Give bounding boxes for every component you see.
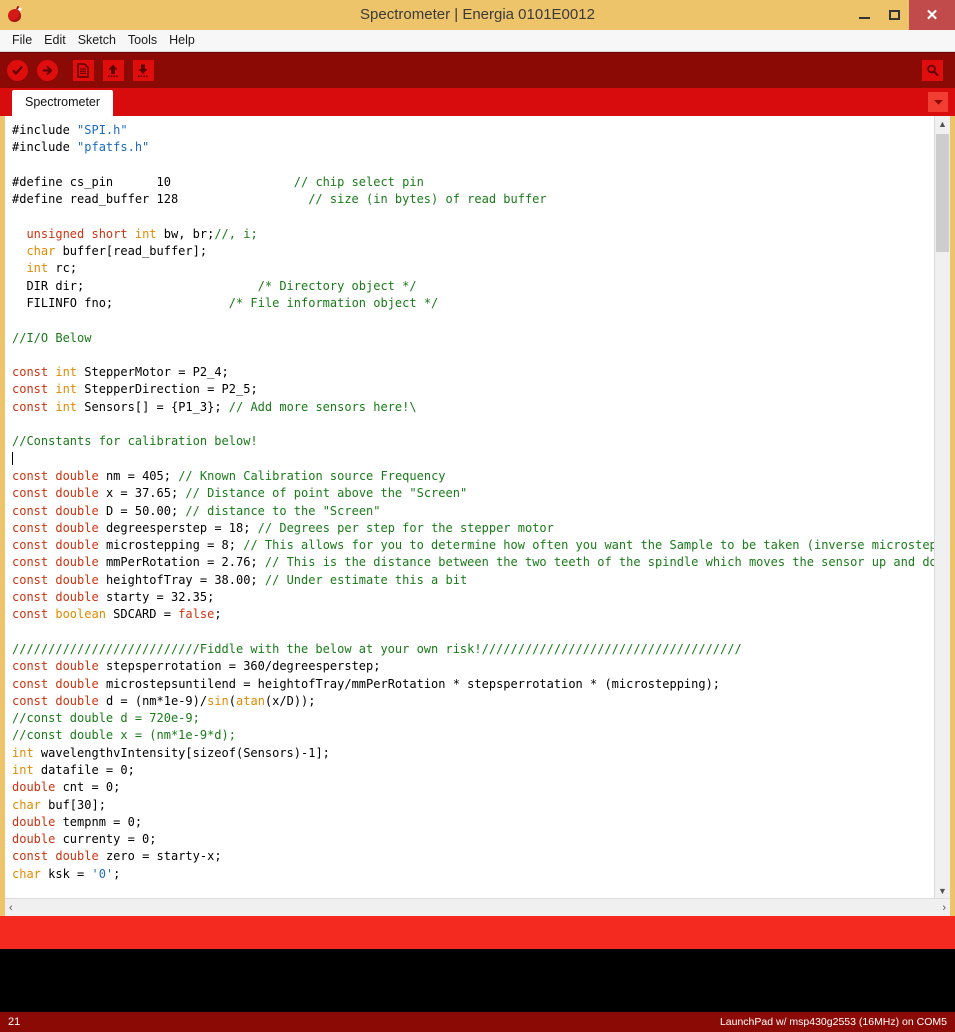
line-number-indicator: 21 [8, 1016, 21, 1028]
code-line: unsigned short int bw, br;//, i; [26, 226, 258, 241]
menu-item-file[interactable]: File [6, 31, 38, 50]
code-line: const double D = 50.00; // distance to t… [12, 503, 381, 518]
code-line: const double degreesperstep = 18; // Deg… [12, 520, 554, 535]
code-line: const boolean SDCARD = false; [12, 607, 222, 622]
message-bar [0, 916, 955, 949]
code-line: FILINFO fno; /* File information object … [12, 295, 439, 310]
code-line: const double nm = 405; // Known Calibrat… [12, 468, 446, 483]
scroll-left-arrow[interactable]: ‹ [9, 902, 13, 914]
code-line: #include "pfatfs.h" [12, 140, 150, 155]
menu-item-sketch[interactable]: Sketch [72, 31, 122, 50]
code-line: const double mmPerRotation = 2.76; // Th… [12, 555, 934, 570]
code-line: double cnt = 0; [12, 780, 121, 795]
text-cursor [12, 451, 13, 465]
minimize-button[interactable] [849, 0, 879, 30]
new-button[interactable] [70, 58, 96, 84]
code-line: //////////////////////////Fiddle with th… [12, 641, 742, 656]
code-line [5, 451, 934, 468]
code-line: //const double x = (nm*1e-9*d); [12, 728, 236, 743]
magnifier-icon [921, 60, 943, 81]
scroll-down-arrow[interactable]: ▼ [935, 883, 950, 898]
board-port-indicator: LaunchPad w/ msp430g2553 (16MHz) on COM5 [719, 1016, 947, 1028]
close-button[interactable]: ✕ [909, 0, 955, 30]
code-line: const double heightofTray = 38.00; // Un… [12, 572, 468, 587]
code-line: double currenty = 0; [12, 832, 157, 847]
code-line: const double x = 37.65; // Distance of p… [12, 486, 468, 501]
scroll-up-arrow[interactable]: ▲ [935, 116, 950, 131]
menu-bar: File Edit Sketch Tools Help [0, 30, 955, 52]
code-line: #define cs_pin 10 // chip select pin [12, 174, 424, 189]
vertical-scrollbar[interactable]: ▲ ▼ [934, 116, 950, 898]
arrow-down-icon [132, 60, 154, 81]
title-bar: Spectrometer | Energia 0101E0012 ✕ [0, 0, 955, 30]
menu-item-edit[interactable]: Edit [38, 31, 72, 50]
code-line: #include "SPI.h" [12, 123, 128, 137]
code-line: const double stepsperrotation = 360/degr… [12, 659, 381, 674]
code-line: int datafile = 0; [12, 762, 135, 777]
code-line: //I/O Below [12, 330, 92, 345]
code-line: char buf[30]; [12, 797, 106, 812]
menu-item-help[interactable]: Help [163, 31, 201, 50]
code-line: const double microstepping = 8; // This … [12, 538, 934, 553]
code-line: const int StepperDirection = P2_5; [12, 382, 258, 397]
verify-button[interactable] [4, 58, 30, 84]
code-line: const double starty = 32.35; [12, 590, 215, 605]
code-line: const double d = (nm*1e-9)/sin(atan(x/D)… [12, 693, 316, 708]
code-line: int rc; [26, 261, 78, 276]
upload-button[interactable] [34, 58, 60, 84]
code-line: const double zero = starty-x; [12, 849, 222, 864]
new-document-icon [72, 60, 94, 81]
vertical-scroll-thumb[interactable] [936, 134, 949, 252]
editor-area: #include "SPI.h" #include "pfatfs.h" #def… [0, 116, 955, 916]
energia-window: Spectrometer | Energia 0101E0012 ✕ File … [0, 0, 955, 1032]
code-editor[interactable]: #include "SPI.h" #include "pfatfs.h" #def… [5, 116, 934, 898]
code-line: DIR dir; /* Directory object */ [12, 278, 417, 293]
code-line: //Constants for calibration below! [12, 434, 258, 449]
serial-monitor-button[interactable] [919, 58, 945, 84]
chevron-down-icon[interactable] [928, 92, 948, 112]
open-button[interactable] [100, 58, 126, 84]
arrow-right-icon [36, 60, 58, 81]
console-output[interactable] [0, 949, 955, 1012]
scroll-right-arrow[interactable]: › [942, 902, 946, 914]
checkmark-icon [6, 60, 28, 81]
toolbar [0, 52, 955, 88]
code-line: char buffer[read_buffer]; [26, 244, 208, 259]
save-button[interactable] [130, 58, 156, 84]
tab-spectrometer[interactable]: Spectrometer [12, 90, 114, 116]
menu-item-tools[interactable]: Tools [122, 31, 163, 50]
window-title: Spectrometer | Energia 0101E0012 [360, 6, 595, 23]
window-controls: ✕ [849, 0, 955, 30]
arrow-up-icon [102, 60, 124, 81]
code-line: double tempnm = 0; [12, 814, 143, 829]
energia-logo-icon [4, 4, 26, 26]
code-line: const double microstepsuntilend = height… [12, 676, 721, 691]
code-line: char ksk = '0'; [12, 866, 121, 881]
maximize-button[interactable] [879, 0, 909, 30]
status-bar: 21 LaunchPad w/ msp430g2553 (16MHz) on C… [0, 1012, 955, 1032]
code-line: #define read_buffer 128 // size (in byte… [12, 192, 547, 207]
horizontal-scrollbar[interactable]: ‹ › [5, 898, 950, 916]
code-line: int wavelengthvIntensity[sizeof(Sensors)… [12, 745, 330, 760]
code-line: const int StepperMotor = P2_4; [12, 365, 229, 380]
tab-bar: Spectrometer [0, 88, 955, 116]
code-line: //const double d = 720e-9; [12, 711, 200, 726]
code-line: const int Sensors[] = {P1_3}; // Add mor… [12, 399, 417, 414]
